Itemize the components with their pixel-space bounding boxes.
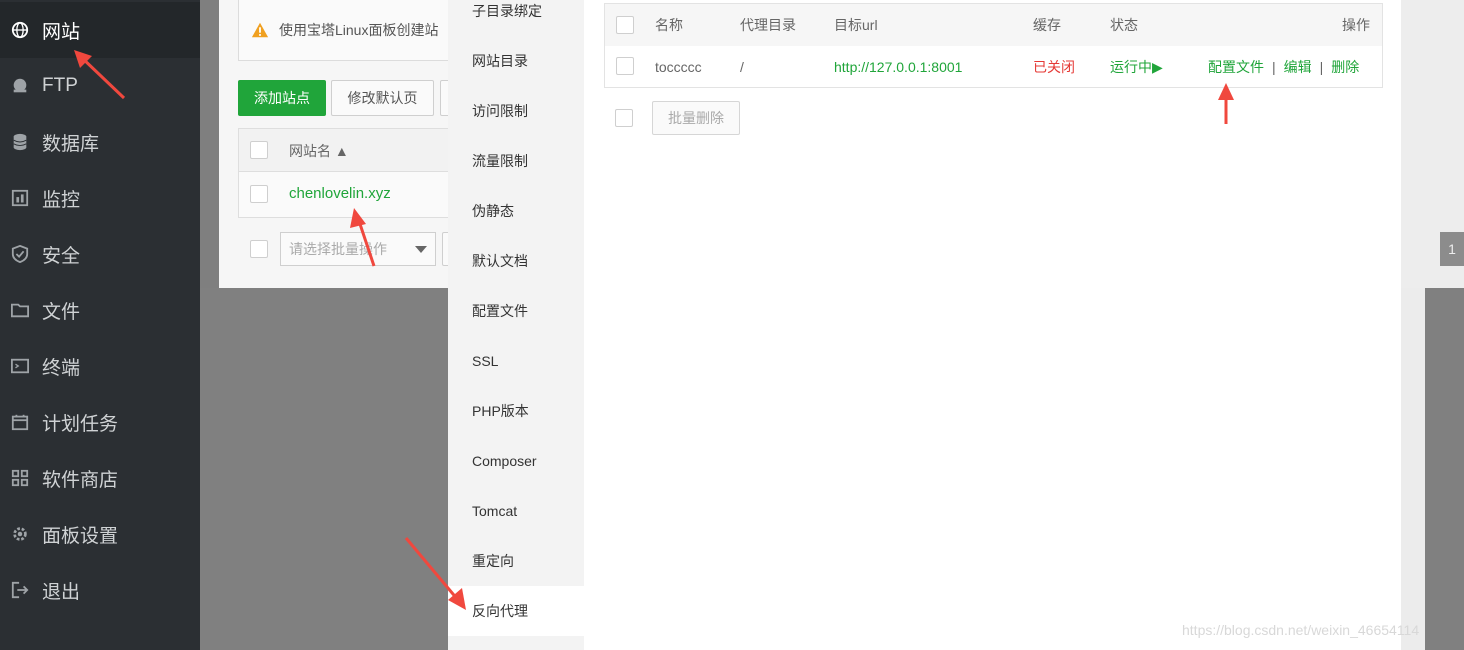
- bottom-proxy-checkbox[interactable]: [615, 109, 633, 127]
- nav-config-file[interactable]: 配置文件: [448, 286, 584, 336]
- sidebar-item-website[interactable]: 网站: [0, 2, 200, 58]
- sidebar-item-label: 面板设置: [42, 525, 119, 547]
- site-name-link[interactable]: chenlovelin.xyz: [289, 185, 391, 202]
- proxy-target-url: http://127.0.0.1:8001: [834, 58, 963, 75]
- sidebar-item-monitor[interactable]: 监控: [0, 170, 200, 226]
- site-table-header: 网站名 ▲: [238, 128, 453, 172]
- col-cache: 缓存: [1033, 17, 1061, 33]
- batch-select-placeholder: 请选择批量操作: [289, 241, 387, 257]
- proxy-ops: 配置文件 | 编辑 | 删除: [1208, 46, 1359, 87]
- sidebar-item-cron[interactable]: 计划任务: [0, 394, 200, 450]
- batch-operation-select[interactable]: 请选择批量操作: [280, 232, 436, 266]
- pagination-page[interactable]: 1: [1440, 232, 1464, 266]
- nav-ssl[interactable]: SSL: [448, 336, 584, 386]
- nav-reverse-proxy[interactable]: 反向代理: [448, 586, 584, 636]
- terminal-icon: [10, 356, 30, 376]
- ftp-icon: [10, 76, 30, 96]
- sidebar-item-label: 软件商店: [42, 469, 119, 491]
- sidebar-item-logout[interactable]: 退出: [0, 562, 200, 618]
- ops-separator: |: [1272, 58, 1276, 75]
- shield-icon: [10, 244, 30, 264]
- notice-text: 使用宝塔Linux面板创建站: [279, 22, 439, 38]
- col-status: 状态: [1110, 17, 1138, 33]
- sidebar-item-label: FTP: [42, 75, 78, 96]
- proxy-row-checkbox[interactable]: [616, 57, 634, 75]
- gear-icon: [10, 524, 30, 544]
- sidebar-item-label: 数据库: [42, 133, 100, 155]
- modal-scroll-edge: [1401, 288, 1425, 650]
- chevron-down-icon: [415, 246, 427, 253]
- site-settings-modal: 子目录绑定 网站目录 访问限制 流量限制 伪静态 默认文档 配置文件 SSL P…: [448, 0, 1401, 650]
- proxy-cache-toggle[interactable]: 已关闭: [1033, 46, 1075, 87]
- monitor-icon: [10, 188, 30, 208]
- sidebar: 网站 FTP 数据库 监控 安全 文件 终端 计划任务 软件商店 面板设置 退出: [0, 0, 200, 650]
- sidebar-item-label: 网站: [42, 21, 81, 43]
- folder-icon: [10, 300, 30, 320]
- proxy-table-header: 名称 代理目录 目标url 缓存 状态 操作: [605, 4, 1382, 47]
- nav-tomcat[interactable]: Tomcat: [448, 486, 584, 536]
- sidebar-item-database[interactable]: 数据库: [0, 114, 200, 170]
- logout-icon: [10, 580, 30, 600]
- modal-nav: 子目录绑定 网站目录 访问限制 流量限制 伪静态 默认文档 配置文件 SSL P…: [448, 0, 584, 650]
- watermark: https://blog.csdn.net/weixin_46654114: [1182, 622, 1420, 638]
- nav-redirect[interactable]: 重定向: [448, 536, 584, 586]
- select-all-checkbox[interactable]: [250, 141, 268, 159]
- proxy-dir: /: [740, 58, 744, 75]
- modify-default-page-button[interactable]: 修改默认页: [331, 80, 434, 116]
- sidebar-item-label: 文件: [42, 301, 81, 323]
- nav-composer[interactable]: Composer: [448, 436, 584, 486]
- sidebar-item-label: 监控: [42, 189, 81, 211]
- nav-rewrite[interactable]: 伪静态: [448, 186, 584, 236]
- col-name: 名称: [655, 17, 683, 33]
- config-file-link[interactable]: 配置文件: [1208, 57, 1264, 77]
- add-site-button[interactable]: 添加站点: [238, 80, 326, 116]
- sidebar-item-label: 安全: [42, 245, 81, 267]
- table-row: chenlovelin.xyz: [238, 172, 453, 218]
- nav-access-limit[interactable]: 访问限制: [448, 86, 584, 136]
- delete-link[interactable]: 删除: [1331, 57, 1359, 77]
- col-target-url: 目标url: [834, 17, 878, 33]
- column-site-name[interactable]: 网站名 ▲: [289, 141, 349, 161]
- grid-icon: [10, 468, 30, 488]
- nav-traffic-limit[interactable]: 流量限制: [448, 136, 584, 186]
- nav-php-version[interactable]: PHP版本: [448, 386, 584, 436]
- proxy-table: 名称 代理目录 目标url 缓存 状态 操作 toccccc / http://…: [604, 3, 1383, 88]
- warning-icon: [251, 22, 269, 38]
- reverse-proxy-content: 名称 代理目录 目标url 缓存 状态 操作 toccccc / http://…: [584, 0, 1401, 650]
- calendar-icon: [10, 412, 30, 432]
- table-row: toccccc / http://127.0.0.1:8001 已关闭 运行中▶…: [605, 46, 1382, 87]
- sidebar-item-label: 退出: [42, 581, 81, 603]
- sidebar-item-settings[interactable]: 面板设置: [0, 506, 200, 562]
- sidebar-item-ftp[interactable]: FTP: [0, 58, 200, 114]
- row-checkbox[interactable]: [250, 185, 268, 203]
- sidebar-item-label: 计划任务: [42, 413, 119, 435]
- edit-link[interactable]: 编辑: [1284, 57, 1312, 77]
- sidebar-item-label: 终端: [42, 357, 81, 379]
- nav-subdir-bind[interactable]: 子目录绑定: [448, 0, 584, 36]
- sidebar-item-security[interactable]: 安全: [0, 226, 200, 282]
- proxy-status-toggle[interactable]: 运行中▶: [1110, 46, 1163, 87]
- ops-separator: |: [1319, 58, 1324, 75]
- col-proxy-dir: 代理目录: [740, 17, 796, 33]
- nav-default-doc[interactable]: 默认文档: [448, 236, 584, 286]
- sidebar-item-files[interactable]: 文件: [0, 282, 200, 338]
- nav-site-dir[interactable]: 网站目录: [448, 36, 584, 86]
- proxy-name: toccccc: [655, 58, 702, 75]
- globe-icon: [10, 20, 30, 40]
- database-icon: [10, 132, 30, 152]
- sidebar-item-terminal[interactable]: 终端: [0, 338, 200, 394]
- proxy-select-all-checkbox[interactable]: [616, 16, 634, 34]
- bottom-select-all-checkbox[interactable]: [250, 240, 268, 258]
- sidebar-item-store[interactable]: 软件商店: [0, 450, 200, 506]
- batch-delete-button[interactable]: 批量删除: [652, 101, 740, 135]
- col-ops: 操作: [1342, 17, 1370, 33]
